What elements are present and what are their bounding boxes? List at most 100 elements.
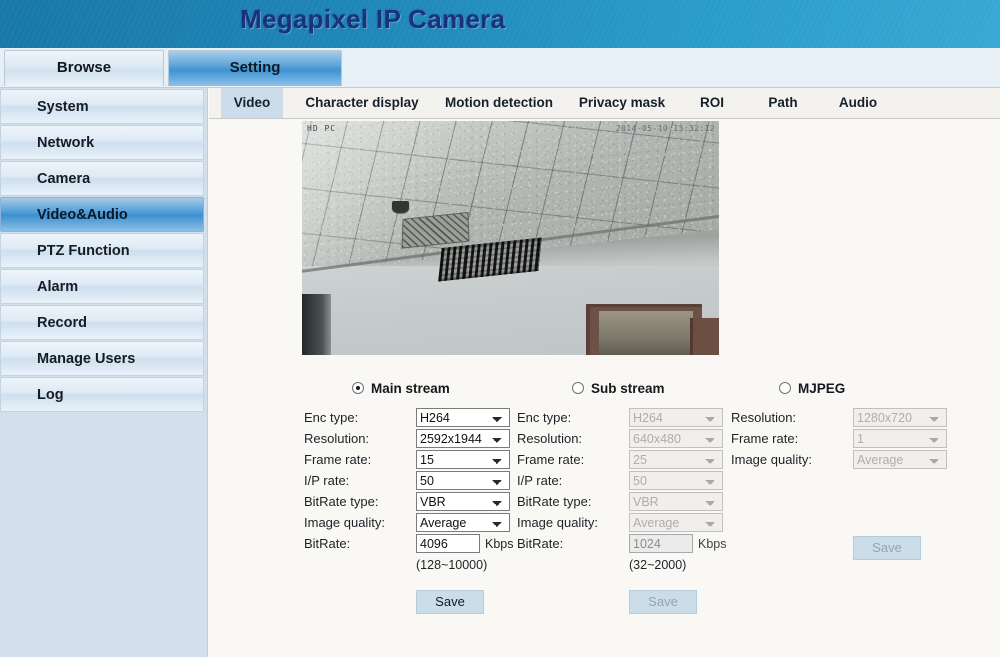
sub-bitrate-unit: Kbps: [698, 536, 727, 551]
sidebar-item-system[interactable]: System: [0, 89, 204, 124]
sub-image-quality-label: Image quality:: [517, 515, 598, 530]
doorway-opening: [598, 311, 694, 355]
sub-frame-rate-row: Frame rate: 25: [517, 449, 732, 470]
sub-resolution-row: Resolution: 640x480: [517, 428, 732, 449]
main-enc-type-select[interactable]: H264: [416, 408, 510, 427]
sub-enc-type-label: Enc type:: [517, 410, 572, 425]
mjpeg-resolution-label: Resolution:: [731, 410, 797, 425]
tab-privacy-mask[interactable]: Privacy mask: [561, 88, 683, 118]
video-preview[interactable]: HD PC 2014-05-10 13:32:12: [302, 121, 719, 355]
main-resolution-select[interactable]: 2592x1944: [416, 429, 510, 448]
mjpeg-frame-rate-label: Frame rate:: [731, 431, 799, 446]
sidebar-item-log[interactable]: Log: [0, 377, 204, 412]
top-navigation: Browse Setting: [0, 48, 1000, 88]
mjpeg-image-quality-label: Image quality:: [731, 452, 812, 467]
sidebar-item-alarm[interactable]: Alarm: [0, 269, 204, 304]
tab-audio[interactable]: Audio: [823, 88, 893, 118]
wall-shadow-left: [302, 294, 332, 355]
main-bitrate-row: BitRate: Kbps: [304, 533, 519, 554]
sub-bitrate-type-select: VBR: [629, 492, 723, 511]
page-header: Megapixel IP Camera: [0, 0, 1000, 48]
top-tab-setting[interactable]: Setting: [168, 50, 342, 86]
mjpeg-image-quality-row: Image quality: Average: [731, 449, 981, 470]
tab-roi[interactable]: ROI: [681, 88, 743, 118]
main-resolution-row: Resolution: 2592x1944: [304, 428, 519, 449]
ip-camera-page: Megapixel IP Camera Browse Setting Syste…: [0, 0, 1000, 657]
sidebar-item-camera[interactable]: Camera: [0, 161, 204, 196]
main-bitrate-type-select[interactable]: VBR: [416, 492, 510, 511]
sub-stream-radio[interactable]: [572, 382, 584, 394]
main-stream-radio[interactable]: [352, 382, 364, 394]
main-enc-type-row: Enc type: H264: [304, 407, 519, 428]
sub-bitrate-label: BitRate:: [517, 536, 564, 551]
mjpeg-resolution-row: Resolution: 1280x720: [731, 407, 981, 428]
tab-video[interactable]: Video: [221, 88, 283, 118]
top-tab-browse[interactable]: Browse: [4, 50, 164, 86]
sub-enc-type-row: Enc type: H264: [517, 407, 732, 428]
sub-stream-radio-row[interactable]: Sub stream: [517, 378, 732, 398]
main-bitrate-label: BitRate:: [304, 536, 351, 551]
main-bitrate-input[interactable]: [416, 534, 480, 553]
main-frame-rate-select[interactable]: 15: [416, 450, 510, 469]
sidebar-item-record[interactable]: Record: [0, 305, 204, 340]
main-save-button[interactable]: Save: [416, 590, 484, 614]
sub-resolution-label: Resolution:: [517, 431, 583, 446]
sidebar-item-ptz-function[interactable]: PTZ Function: [0, 233, 204, 268]
main-frame-rate-row: Frame rate: 15: [304, 449, 519, 470]
settings-tabstrip: Video Character display Motion detection…: [209, 88, 1000, 119]
doorway: [585, 303, 703, 355]
sub-frame-rate-label: Frame rate:: [517, 452, 585, 467]
main-stream-radio-row[interactable]: Main stream: [304, 378, 519, 398]
sub-enc-type-select: H264: [629, 408, 723, 427]
mjpeg-image-quality-select: Average: [853, 450, 947, 469]
sub-image-quality-row: Image quality: Average: [517, 512, 732, 533]
tab-path[interactable]: Path: [752, 88, 814, 118]
sub-frame-rate-select: 25: [629, 450, 723, 469]
main-ip-rate-select[interactable]: 50: [416, 471, 510, 490]
sub-bitrate-input: [629, 534, 693, 553]
tab-motion-detection[interactable]: Motion detection: [427, 88, 571, 118]
main-bitrate-range-hint: (128~10000): [416, 558, 488, 572]
main-stream-column: Main stream Enc type: H264 Resolution: 2…: [304, 378, 519, 614]
mjpeg-column: MJPEG Resolution: 1280x720 Frame rate: 1…: [731, 378, 981, 560]
main-save-wrapper: Save: [416, 590, 519, 614]
content-panel: Video Character display Motion detection…: [209, 88, 1000, 657]
mjpeg-radio-row[interactable]: MJPEG: [731, 378, 981, 398]
mjpeg-label: MJPEG: [798, 380, 846, 396]
mjpeg-save-wrapper: Save: [853, 536, 981, 560]
sub-ip-rate-label: I/P rate:: [517, 473, 563, 488]
sub-bitrate-type-label: BitRate type:: [517, 494, 592, 509]
osd-timestamp: 2014-05-10 13:32:12: [615, 124, 715, 133]
doorway-secondary: [689, 317, 719, 355]
main-bitrate-type-row: BitRate type: VBR: [304, 491, 519, 512]
sub-bitrate-row: BitRate: Kbps: [517, 533, 732, 554]
page-title: Megapixel IP Camera: [240, 4, 506, 34]
main-image-quality-row: Image quality: Average: [304, 512, 519, 533]
sub-stream-label: Sub stream: [591, 380, 665, 396]
stream-settings: Main stream Enc type: H264 Resolution: 2…: [209, 378, 1000, 657]
mjpeg-resolution-select: 1280x720: [853, 408, 947, 427]
sub-bitrate-type-row: BitRate type: VBR: [517, 491, 732, 512]
main-image-quality-select[interactable]: Average: [416, 513, 510, 532]
sub-resolution-select: 640x480: [629, 429, 723, 448]
tab-character-display[interactable]: Character display: [287, 88, 437, 118]
video-scene: [302, 121, 719, 355]
sub-ip-rate-row: I/P rate: 50: [517, 470, 732, 491]
sidebar-item-video-audio[interactable]: Video&Audio: [0, 197, 204, 232]
main-stream-label: Main stream: [371, 380, 450, 396]
sub-stream-column: Sub stream Enc type: H264 Resolution: 64…: [517, 378, 732, 614]
sub-bitrate-range-hint: (32~2000): [629, 558, 687, 572]
main-bitrate-unit: Kbps: [485, 536, 514, 551]
main-image-quality-label: Image quality:: [304, 515, 385, 530]
main-frame-rate-label: Frame rate:: [304, 452, 372, 467]
sidebar-item-network[interactable]: Network: [0, 125, 204, 160]
main-enc-type-label: Enc type:: [304, 410, 359, 425]
sidebar: System Network Camera Video&Audio PTZ Fu…: [0, 88, 208, 657]
mjpeg-radio[interactable]: [779, 382, 791, 394]
sub-image-quality-select: Average: [629, 513, 723, 532]
sub-save-wrapper: Save: [629, 590, 732, 614]
sidebar-item-manage-users[interactable]: Manage Users: [0, 341, 204, 376]
ceiling-camera: [391, 200, 410, 214]
sub-save-button: Save: [629, 590, 697, 614]
main-bitrate-type-label: BitRate type:: [304, 494, 379, 509]
